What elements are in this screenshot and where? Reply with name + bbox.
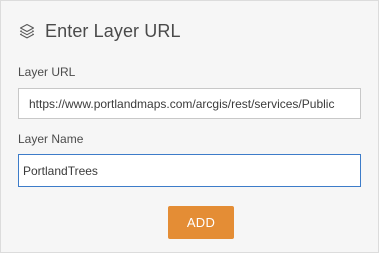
layer-url-input[interactable]: [18, 88, 361, 119]
layer-url-label: Layer URL: [18, 65, 76, 79]
add-layer-panel: Enter Layer URL Layer URL Layer Name ADD: [0, 0, 379, 253]
add-button[interactable]: ADD: [168, 206, 234, 239]
layer-name-input[interactable]: [18, 154, 361, 187]
panel-header: Enter Layer URL: [18, 19, 181, 43]
layers-icon: [18, 22, 36, 40]
layer-name-label: Layer Name: [18, 132, 84, 146]
panel-title: Enter Layer URL: [45, 20, 181, 41]
